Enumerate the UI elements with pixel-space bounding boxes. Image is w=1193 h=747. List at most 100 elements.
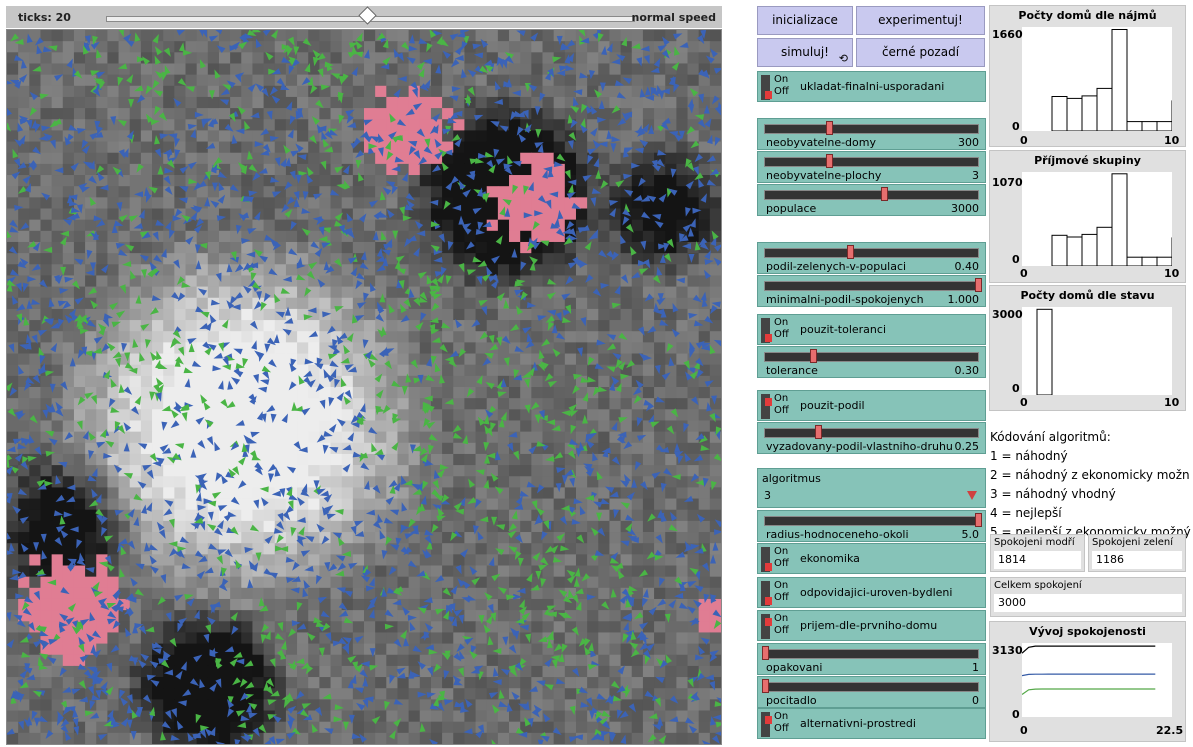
world-patch bbox=[196, 41, 209, 53]
world-patch bbox=[352, 241, 365, 254]
world-patch bbox=[51, 565, 64, 578]
world-patch bbox=[631, 331, 644, 343]
world-patch bbox=[185, 543, 198, 555]
world-patch bbox=[140, 74, 153, 87]
world-patch bbox=[40, 30, 53, 42]
world-patch bbox=[609, 96, 621, 109]
world-view[interactable] bbox=[6, 29, 722, 745]
world-patch bbox=[375, 163, 387, 176]
world-patch bbox=[73, 576, 86, 589]
world-patch bbox=[285, 387, 298, 399]
world-patch bbox=[397, 353, 410, 366]
world-patch bbox=[609, 532, 621, 544]
world-patch bbox=[654, 643, 666, 656]
world-patch bbox=[207, 230, 220, 243]
world-patch bbox=[497, 610, 510, 622]
world-patch bbox=[509, 230, 521, 243]
world-patch bbox=[252, 52, 264, 64]
world-patch bbox=[687, 353, 700, 366]
world-patch bbox=[7, 208, 19, 221]
world-patch bbox=[341, 241, 354, 254]
world-patch bbox=[442, 331, 454, 343]
world-patch bbox=[107, 186, 119, 198]
world-patch bbox=[341, 96, 354, 109]
world-patch bbox=[531, 52, 543, 64]
world-canvas bbox=[7, 30, 721, 744]
world-patch bbox=[464, 119, 476, 131]
world-patch bbox=[687, 331, 700, 343]
world-patch bbox=[218, 230, 231, 243]
world-patch bbox=[285, 677, 298, 689]
world-patch bbox=[609, 465, 621, 477]
world-patch bbox=[375, 320, 387, 332]
world-patch bbox=[85, 331, 97, 343]
world-patch bbox=[687, 197, 700, 209]
world-patch bbox=[341, 320, 354, 332]
world-patch bbox=[620, 130, 633, 142]
world-patch bbox=[51, 152, 64, 165]
world-patch bbox=[475, 688, 488, 700]
world-patch bbox=[118, 409, 131, 421]
world-patch bbox=[185, 308, 198, 321]
world-patch bbox=[386, 320, 398, 332]
world-patch bbox=[163, 96, 175, 109]
world-patch bbox=[509, 420, 521, 433]
world-patch bbox=[464, 409, 476, 421]
world-patch bbox=[62, 465, 75, 477]
world-patch bbox=[29, 186, 41, 198]
world-patch bbox=[297, 565, 309, 578]
world-patch bbox=[475, 554, 488, 566]
world-patch bbox=[7, 665, 19, 678]
world-patch bbox=[654, 230, 666, 243]
world-patch bbox=[118, 732, 131, 744]
world-patch bbox=[509, 387, 521, 399]
world-patch bbox=[509, 297, 521, 310]
world-patch bbox=[85, 74, 97, 87]
world-patch bbox=[464, 509, 476, 522]
world-patch bbox=[163, 621, 175, 633]
world-patch bbox=[575, 331, 588, 343]
world-patch bbox=[140, 532, 153, 544]
world-patch bbox=[364, 297, 376, 310]
world-patch bbox=[375, 74, 387, 87]
world-patch bbox=[297, 241, 309, 254]
world-patch bbox=[185, 264, 198, 276]
world-patch bbox=[531, 665, 543, 678]
world-patch bbox=[642, 74, 655, 87]
world-patch bbox=[430, 565, 443, 578]
world-patch bbox=[341, 297, 354, 310]
world-patch bbox=[631, 219, 644, 232]
world-patch bbox=[230, 576, 242, 589]
world-patch bbox=[631, 732, 644, 744]
world-patch bbox=[330, 230, 343, 243]
world-patch bbox=[408, 677, 421, 689]
world-patch bbox=[40, 453, 53, 466]
world-patch bbox=[129, 643, 142, 656]
world-patch bbox=[218, 63, 231, 76]
world-patch bbox=[665, 320, 677, 332]
world-patch bbox=[497, 41, 510, 53]
world-patch bbox=[319, 186, 331, 198]
world-patch bbox=[665, 576, 677, 589]
world-patch bbox=[486, 654, 499, 667]
world-patch bbox=[207, 587, 220, 600]
world-patch bbox=[598, 163, 610, 176]
world-patch bbox=[129, 230, 142, 243]
world-patch bbox=[51, 108, 64, 120]
world-patch bbox=[218, 632, 231, 644]
world-patch bbox=[575, 654, 588, 667]
world-patch bbox=[51, 598, 64, 611]
world-patch bbox=[609, 219, 621, 232]
world-patch bbox=[676, 108, 688, 120]
world-patch bbox=[475, 431, 488, 444]
world-patch bbox=[486, 175, 499, 187]
world-patch bbox=[698, 420, 711, 433]
world-patch bbox=[230, 30, 242, 42]
world-patch bbox=[553, 398, 566, 410]
world-patch bbox=[564, 654, 577, 667]
world-patch bbox=[107, 487, 119, 499]
world-patch bbox=[285, 420, 298, 433]
world-patch bbox=[419, 119, 432, 131]
world-patch bbox=[486, 197, 499, 209]
world-patch bbox=[687, 532, 700, 544]
